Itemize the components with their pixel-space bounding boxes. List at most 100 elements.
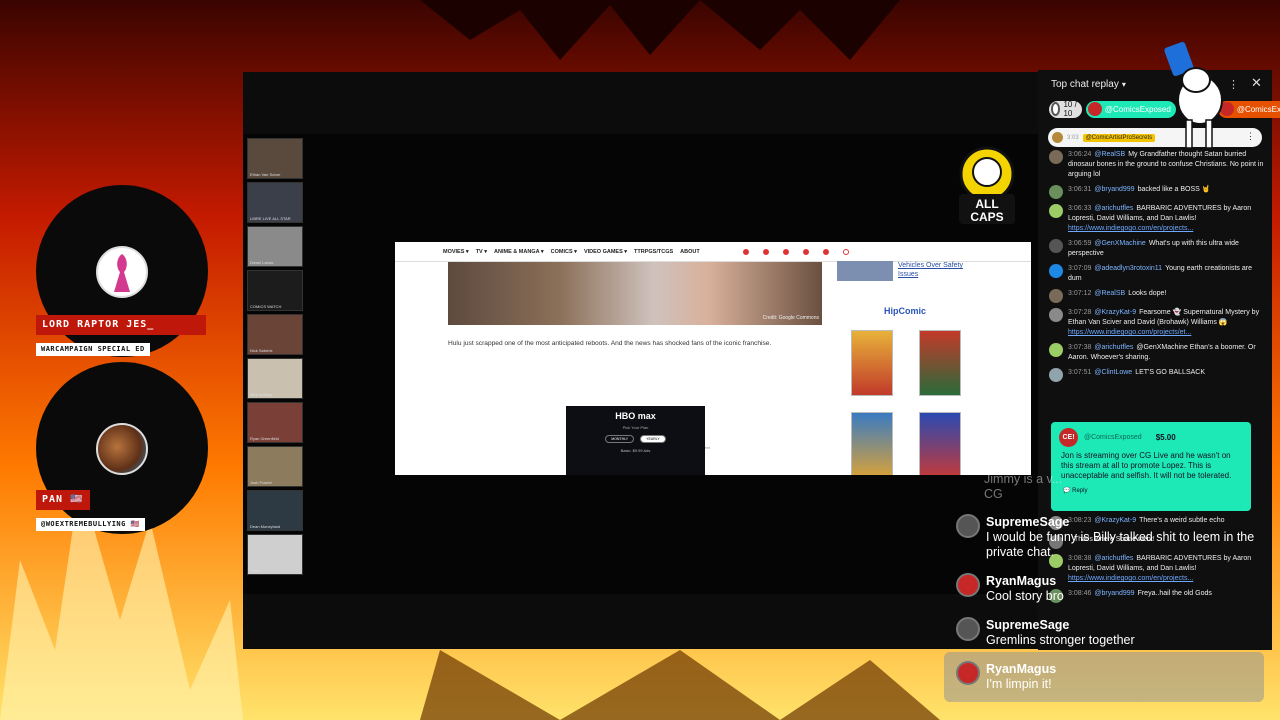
chat-header: Top chat replay ▾ ⋮ ✕ (1038, 70, 1272, 98)
overlay-author: SupremeSage (986, 618, 1070, 632)
chat-author[interactable]: @RealSB (1094, 290, 1125, 297)
chat-author[interactable]: @bryand999 (1094, 186, 1134, 193)
avatar (956, 573, 980, 597)
chat-timestamp: 3:07:12 (1068, 290, 1092, 297)
chat-message[interactable]: 3:06:31 @bryand999 backed like a BOSS 🤘 (1049, 185, 1264, 199)
overlay-author: RyanMagus (986, 574, 1057, 588)
chat-mode-dropdown[interactable]: Top chat replay (1051, 79, 1119, 90)
timer-icon (1051, 102, 1061, 116)
overlay-message: SupremeSage Gremlins stronger together (956, 617, 1135, 648)
chat-messages: 3:06:24 @RealSB My Grandfather thought Sat… (1038, 147, 1272, 382)
youtube-icon[interactable] (802, 248, 809, 255)
nav-ttrpgs[interactable]: TTRPGS/TCGS (634, 249, 673, 255)
chat-author[interactable]: @adeadlyn3rotoxin11 (1094, 265, 1162, 272)
participant-thumb[interactable]: Josh Frazier (247, 446, 303, 487)
nav-tv[interactable]: TV ▾ (476, 249, 487, 255)
avatar (1052, 132, 1063, 143)
chat-message[interactable]: 3:06:24 @RealSB My Grandfather thought Sat… (1049, 150, 1264, 180)
chat-link[interactable]: https://www.indiegogo.com/en/projects... (1068, 225, 1193, 232)
search-icon[interactable] (842, 248, 849, 255)
chat-timestamp: 3:07:38 (1068, 344, 1092, 351)
chat-message-body: 3:07:09 @adeadlyn3rotoxin11 Young earth cr… (1068, 264, 1264, 284)
nav-anime[interactable]: ANIME & MANGA ▾ (494, 249, 544, 255)
chat-message-body: 3:06:33 @arichutfles BARBARIC ADVENTURES b… (1068, 204, 1264, 234)
participant-thumb[interactable]: Nick Wallsky (247, 358, 303, 399)
hbo-yearly-button[interactable]: YEARLY (640, 435, 666, 443)
chat-author[interactable]: @ClintLowe (1094, 369, 1132, 376)
ticker-label: @ComicsExp… (1236, 104, 1280, 114)
hipcomic-ad[interactable]: HipComic (837, 300, 972, 475)
hbo-monthly-button[interactable]: MONTHLY (605, 435, 635, 443)
chat-text: LET'S GO BALLSACK (1135, 369, 1206, 376)
hbo-logo: HBO max (615, 411, 656, 421)
sidebar-article[interactable]: Vehicles Over Safety Issues (837, 261, 972, 283)
participant-name: Dean Moneyland (250, 524, 281, 529)
chat-link[interactable]: https://www.indiegogo.com/projects/et... (1068, 329, 1191, 336)
chat-author[interactable]: @GenXMachine (1094, 240, 1145, 247)
overlay-message-text: Gremlins stronger together (986, 633, 1135, 647)
comic-cover (919, 412, 961, 475)
chat-timestamp: 3:06:33 (1068, 205, 1092, 212)
participant-thumbnails: Ethan Van Sciver LIBRE LIVE ALL STAR Die… (247, 138, 305, 578)
overlay-chat: Jimmy is a v... CG SupremeSage I would be… (944, 468, 1264, 704)
article-text: Hulu just scrapped one of the most antic… (448, 340, 772, 347)
participant-thumb[interactable]: COMICS WATCH (247, 270, 303, 311)
overlay-message: RyanMagus I'm limpin it! (944, 652, 1264, 702)
participant-thumb[interactable]: Ethan Van Sciver (247, 138, 303, 179)
avatar (1049, 239, 1063, 253)
chat-message-body: 3:07:12 @RealSB Looks dope! (1068, 289, 1166, 303)
twitter-icon[interactable] (762, 248, 769, 255)
comic-cover (919, 330, 961, 396)
chat-message[interactable]: 3:07:09 @adeadlyn3rotoxin11 Young earth cr… (1049, 264, 1264, 284)
chat-timestamp: 3:07:09 (1068, 265, 1092, 272)
instagram-icon[interactable] (782, 248, 789, 255)
overlay-message: SupremeSage I would be funny is Billy tal… (956, 514, 1266, 560)
participant-name: Josh Frazier (250, 480, 273, 485)
chat-author[interactable]: @arichutfles (1094, 205, 1133, 212)
facebook-icon[interactable] (742, 248, 749, 255)
participant-name: LIBRE LIVE ALL STAR (250, 216, 291, 221)
chat-message[interactable]: 3:07:28 @KrazyKat-9 Fearsome 👻 Supernatura… (1049, 308, 1264, 338)
user-avatar-icon (1087, 102, 1102, 116)
svg-text:ALL: ALL (975, 197, 998, 211)
close-icon[interactable]: ✕ (1251, 75, 1262, 91)
nav-about[interactable]: ABOUT (680, 249, 700, 255)
chat-message[interactable]: 3:07:51 @ClintLowe LET'S GO BALLSACK (1049, 368, 1264, 382)
poll-ticker[interactable]: 10 / 10 (1049, 100, 1082, 118)
sidebar-article-title[interactable]: Vehicles Over Safety Issues (898, 261, 972, 279)
hero-image: Credit: Google Commons (448, 262, 822, 325)
chat-timestamp: 3:06:31 (1068, 186, 1092, 193)
chat-message[interactable]: 3:07:12 @RealSB Looks dope! (1049, 289, 1264, 303)
chevron-down-icon[interactable]: ▾ (1122, 80, 1126, 89)
chat-message[interactable]: 3:06:59 @GenXMachine What's up with this u… (1049, 239, 1264, 259)
participant-name: Nick Sabrink (250, 348, 273, 353)
chat-message-body: 3:07:38 @arichutfles @GenXMachine Ethan's … (1068, 343, 1264, 363)
overlay-message-text: I would be funny is Billy talked shit to… (986, 530, 1255, 559)
nav-movies[interactable]: MOVIES ▾ (443, 249, 469, 255)
guest-tag-2: @WOEXTREMEBULLYING 🇺🇸 (36, 518, 145, 531)
participant-thumb[interactable]: Nick Sabrink (247, 314, 303, 355)
participant-thumb[interactable]: Dean Moneyland (247, 490, 303, 531)
hbo-max-ad[interactable]: HBO max Pick Your Plan MONTHLY YEARLY Bas… (566, 406, 705, 475)
nav-comics[interactable]: COMICS ▾ (551, 249, 577, 255)
avatar (1049, 343, 1063, 357)
chat-message-body: 3:07:51 @ClintLowe LET'S GO BALLSACK (1068, 368, 1205, 382)
hbo-subtitle: Pick Your Plan (622, 425, 649, 430)
participant-thumb[interactable]: Ethan (247, 534, 303, 575)
participant-thumb[interactable]: LIBRE LIVE ALL STAR (247, 182, 303, 223)
chat-author[interactable]: @KrazyKat-9 (1094, 309, 1136, 316)
chat-author[interactable]: @arichutfles (1094, 344, 1133, 351)
participant-thumb[interactable]: Ryan Greenfield (247, 402, 303, 443)
chat-message[interactable]: 3:06:33 @arichutfles BARBARIC ADVENTURES b… (1049, 204, 1264, 234)
email-icon[interactable] (822, 248, 829, 255)
participant-name: Ethan Van Sciver (250, 172, 281, 177)
comic-cover (851, 412, 893, 475)
avatar (1049, 368, 1063, 382)
more-options-icon[interactable]: ⋮ (1246, 131, 1255, 142)
overlay-message-text: Cool story bro (986, 589, 1064, 603)
chat-author[interactable]: @RealSB (1094, 151, 1125, 158)
mascot-character (1164, 41, 1223, 149)
participant-thumb[interactable]: Diesel Lando (247, 226, 303, 267)
nav-video-games[interactable]: VIDEO GAMES ▾ (584, 249, 627, 255)
chat-message[interactable]: 3:07:38 @arichutfles @GenXMachine Ethan's … (1049, 343, 1264, 363)
